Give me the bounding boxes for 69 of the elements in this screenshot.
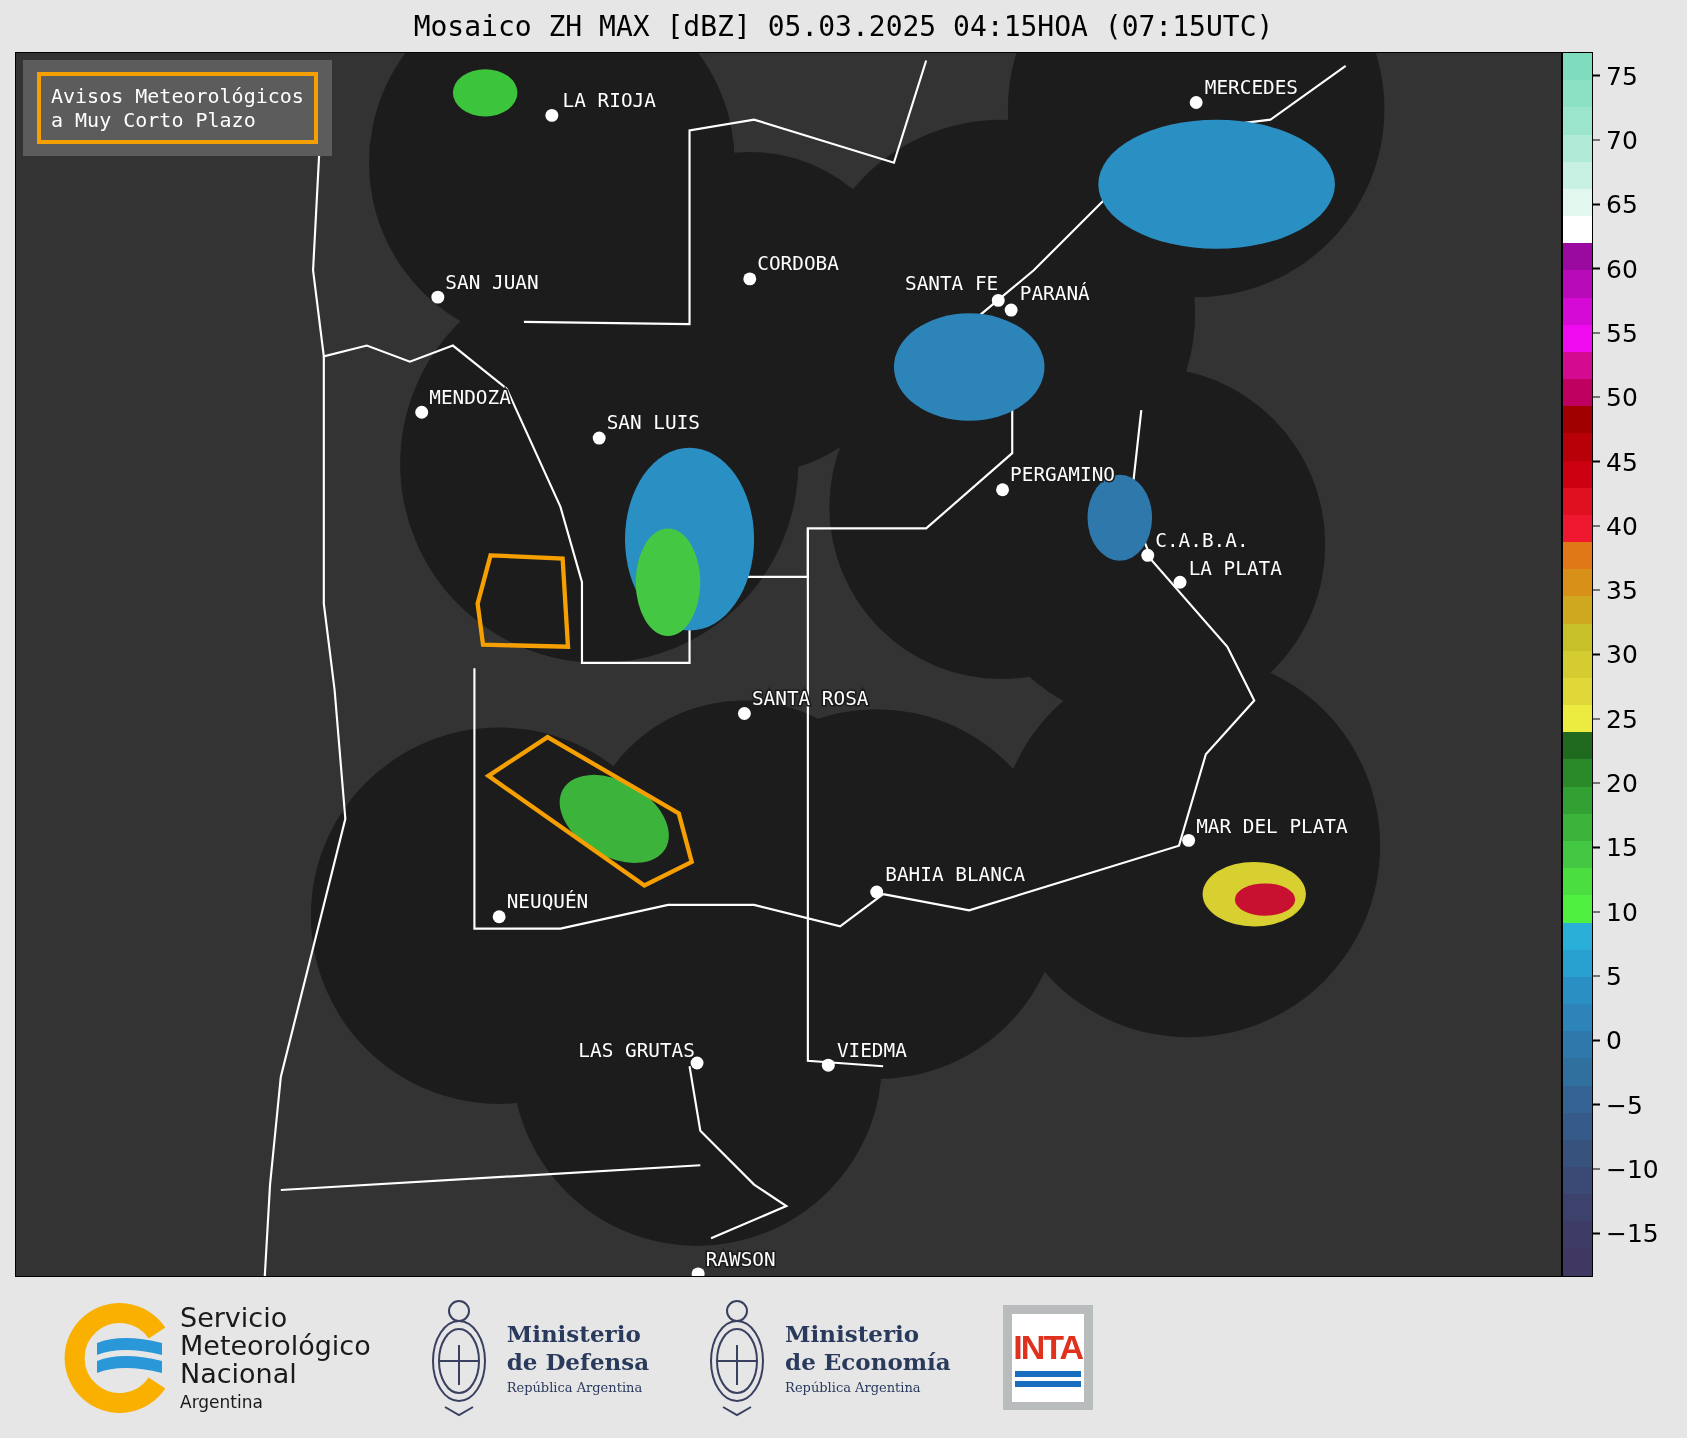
scale-tick-label: 5 <box>1606 961 1622 991</box>
city-label: PERGAMINO <box>1010 463 1115 487</box>
city-marker <box>996 483 1009 497</box>
ministry-name-text: Ministerio <box>506 1320 642 1348</box>
city-label: SAN JUAN <box>445 270 539 294</box>
city-label: LAS GRUTAS <box>578 1038 695 1062</box>
scale-tick-label: 25 <box>1606 704 1638 734</box>
country-text: Argentina <box>180 1391 264 1412</box>
legend-text: a Muy Corto Plazo <box>51 108 257 132</box>
city-label: NEUQUÉN <box>506 890 589 914</box>
scale-tick-label: 75 <box>1606 61 1638 91</box>
chart-title: Mosaico ZH MAX [dBZ] 05.03.2025 04:15HOA (07:15UTC) <box>413 9 1274 43</box>
ministry-name-text: de Defensa <box>506 1348 650 1376</box>
city-label: MENDOZA <box>429 385 511 409</box>
city-marker <box>691 1267 705 1276</box>
scale-tick-label: 40 <box>1606 511 1638 541</box>
city-label: MAR DEL PLATA <box>1196 814 1348 838</box>
country-text: República Argentina <box>785 1380 922 1395</box>
city-label: C.A.B.A. <box>1155 528 1249 552</box>
org-name-text: Nacional <box>180 1359 297 1388</box>
scale-tick-label: −10 <box>1606 1154 1659 1184</box>
city-marker <box>870 885 884 899</box>
city-marker <box>737 707 751 720</box>
scale-tick-label: −15 <box>1606 1218 1659 1248</box>
city-marker <box>1141 548 1155 562</box>
city-label: LA PLATA <box>1188 556 1282 580</box>
city-marker <box>1173 575 1187 589</box>
city-marker <box>821 1058 835 1072</box>
city-marker <box>545 108 559 122</box>
city-marker <box>492 910 506 924</box>
city-label: VIEDMA <box>836 1038 907 1062</box>
scale-tick-label: 35 <box>1606 575 1638 605</box>
city-label: CORDOBA <box>757 252 839 276</box>
scale-tick-label: 10 <box>1606 897 1638 927</box>
city-label: SAN LUIS <box>606 411 700 435</box>
scale-tick-label: 50 <box>1606 382 1638 412</box>
scale-tick-label: 45 <box>1606 447 1638 477</box>
city-marker <box>592 431 606 445</box>
city-marker <box>1182 833 1196 847</box>
scale-tick-label: 15 <box>1606 832 1638 862</box>
city-label: LA RIOJA <box>562 88 656 112</box>
city-marker <box>415 405 429 419</box>
city-marker <box>991 293 1005 307</box>
radar-echo <box>452 69 518 117</box>
city-marker <box>1004 303 1018 317</box>
scale-tick-label: 55 <box>1606 318 1638 348</box>
scale-tick-label: 70 <box>1606 125 1638 155</box>
city-label: RAWSON <box>705 1248 776 1272</box>
org-name-text: Servicio <box>180 1303 289 1332</box>
country-text: República Argentina <box>506 1380 644 1395</box>
ministry-name-text: de Economía <box>785 1348 951 1376</box>
scale-tick-label: 65 <box>1606 189 1638 219</box>
scale-tick-label: −5 <box>1606 1090 1643 1120</box>
city-label: BAHIA BLANCA <box>885 863 1026 887</box>
org-name-text: Meteorológico <box>180 1331 371 1360</box>
city-marker <box>431 290 445 304</box>
city-label: PARANÁ <box>1019 282 1090 306</box>
city-marker <box>1189 96 1203 109</box>
legend-text: Avisos Meteorológicos <box>51 84 304 108</box>
city-label: MERCEDES <box>1204 75 1298 99</box>
city-label: SANTA FE <box>905 271 999 295</box>
scale-tick-label: 60 <box>1606 254 1638 284</box>
scale-tick-label: 30 <box>1606 640 1638 669</box>
scale-tick-label: 20 <box>1606 768 1638 798</box>
ministry-name-text: Ministerio <box>785 1320 921 1348</box>
inta-logo-text: INTA <box>1013 1328 1083 1367</box>
city-marker <box>743 272 757 286</box>
city-marker <box>690 1056 704 1070</box>
scale-tick-label: 0 <box>1606 1025 1622 1055</box>
